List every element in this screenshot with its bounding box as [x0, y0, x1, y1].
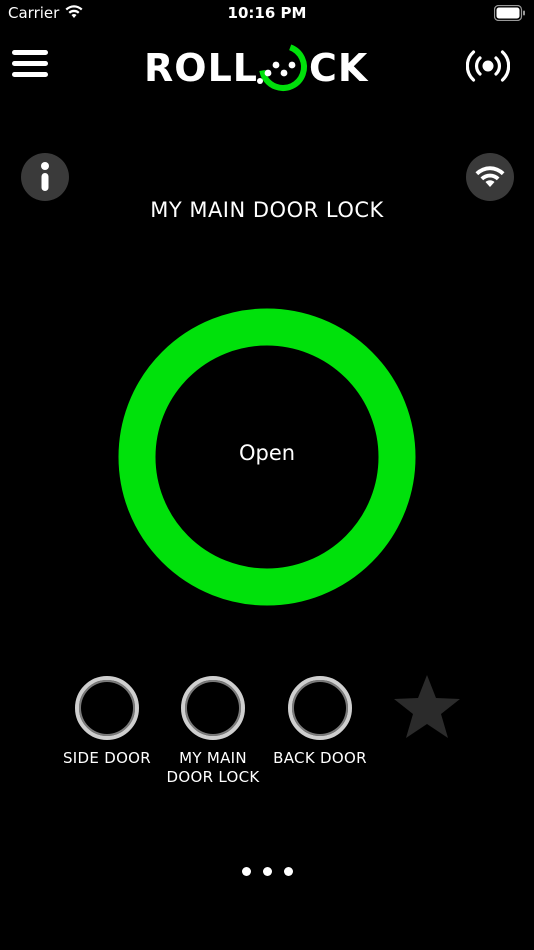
lock-item-main-door[interactable]: MY MAIN DOOR LOCK — [158, 676, 268, 787]
menu-bar — [12, 72, 48, 77]
logo-text-left: ROLL — [144, 46, 258, 90]
lock-circle — [288, 676, 352, 740]
lock-item-label: BACK DOOR — [273, 749, 367, 767]
menu-bar — [12, 61, 48, 66]
page-indicator — [0, 861, 534, 880]
lock-item-label: SIDE DOOR — [62, 749, 152, 767]
status-bar: Carrier 10:16 PM — [0, 0, 534, 28]
lock-item-side-door[interactable]: SIDE DOOR — [52, 676, 162, 768]
star-icon[interactable] — [392, 672, 462, 742]
lock-item-label: MY MAIN DOOR LOCK — [166, 749, 260, 786]
page-dot[interactable] — [262, 867, 272, 876]
page-dot[interactable] — [241, 867, 251, 876]
lock-state-label: Open — [238, 441, 296, 465]
status-time: 10:16 PM — [227, 4, 307, 22]
lock-circle — [181, 676, 245, 740]
battery-icon — [494, 5, 525, 21]
lock-title: MY MAIN DOOR LOCK — [150, 198, 384, 222]
info-button[interactable] — [21, 153, 69, 201]
page-dot[interactable] — [283, 867, 293, 876]
info-icon — [41, 162, 49, 191]
lock-circle — [75, 676, 139, 740]
menu-button[interactable] — [12, 50, 48, 82]
rollock-logo: ROLL CK — [144, 42, 369, 91]
wifi-icon — [475, 166, 505, 187]
menu-bar — [12, 50, 48, 55]
logo-text-right: CK — [309, 46, 369, 90]
lock-item-back-door[interactable]: BACK DOOR — [265, 676, 375, 768]
broadcast-signal-icon[interactable] — [466, 48, 510, 84]
wifi-button[interactable] — [466, 153, 514, 201]
